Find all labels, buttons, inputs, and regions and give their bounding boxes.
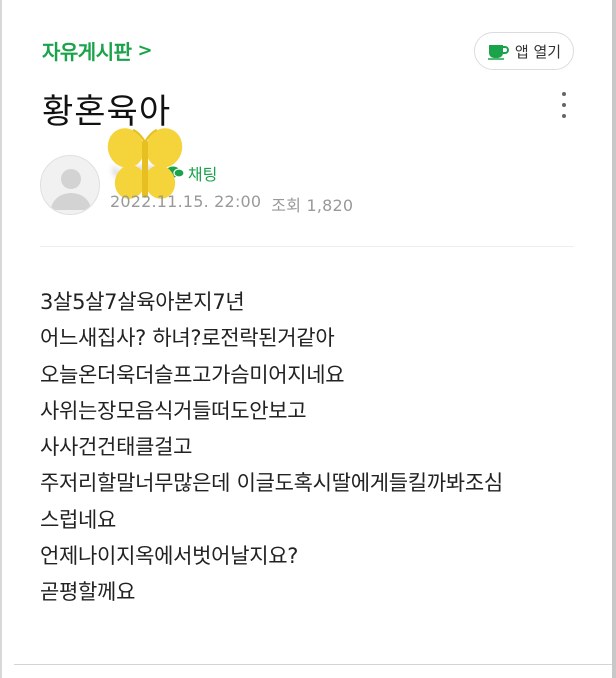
header-divider bbox=[40, 246, 574, 247]
board-name: 자유게시판 bbox=[42, 40, 132, 64]
body-line: 주저리할말너무많은데 이글도혹시딸에게들킬까봐조심 bbox=[40, 471, 503, 496]
chevron-right-icon: > bbox=[137, 40, 153, 61]
post-meta: 2022.11.15. 22:00 조회 1,820 bbox=[110, 192, 353, 216]
views-count: 1,820 bbox=[306, 196, 354, 215]
coffee-cup-icon bbox=[487, 45, 509, 60]
body-line: 오늘온더욱더슬프고가슴미어지네요 bbox=[40, 362, 345, 387]
body-line: 스럽네요 bbox=[40, 507, 117, 532]
screen-edge-right bbox=[612, 0, 616, 678]
body-line: 어느새집사? 하녀?로전락된거같아 bbox=[40, 326, 335, 351]
body-line: 3살5살7살육아본지7년 bbox=[40, 290, 245, 314]
views-label: 조회 bbox=[271, 196, 302, 215]
board-link[interactable]: 자유게시판 > bbox=[42, 36, 153, 65]
body-line: 언제나이지옥에서벗어날지요? bbox=[40, 544, 299, 569]
body-line: 사위는장모음식거들떠도안보고 bbox=[40, 398, 307, 423]
post-date: 2022.11.15. 22:00 bbox=[110, 192, 262, 211]
footer-divider bbox=[14, 664, 612, 665]
post-body: 3살5살7살육아본지7년 어느새집사? 하녀?로전락된거같아 오늘온더욱더슬프고… bbox=[40, 284, 580, 611]
default-profile-icon bbox=[51, 169, 91, 210]
body-line: 곧평할께요 bbox=[40, 580, 136, 605]
open-app-label: 앱 열기 bbox=[514, 42, 562, 61]
body-line: 사사건건태클걸고 bbox=[40, 435, 193, 460]
avatar[interactable] bbox=[40, 155, 100, 215]
screen-edge-left bbox=[0, 0, 2, 678]
more-options-icon[interactable] bbox=[556, 92, 572, 118]
open-app-button[interactable]: 앱 열기 bbox=[474, 32, 574, 70]
chat-label: 채팅 bbox=[187, 164, 218, 184]
